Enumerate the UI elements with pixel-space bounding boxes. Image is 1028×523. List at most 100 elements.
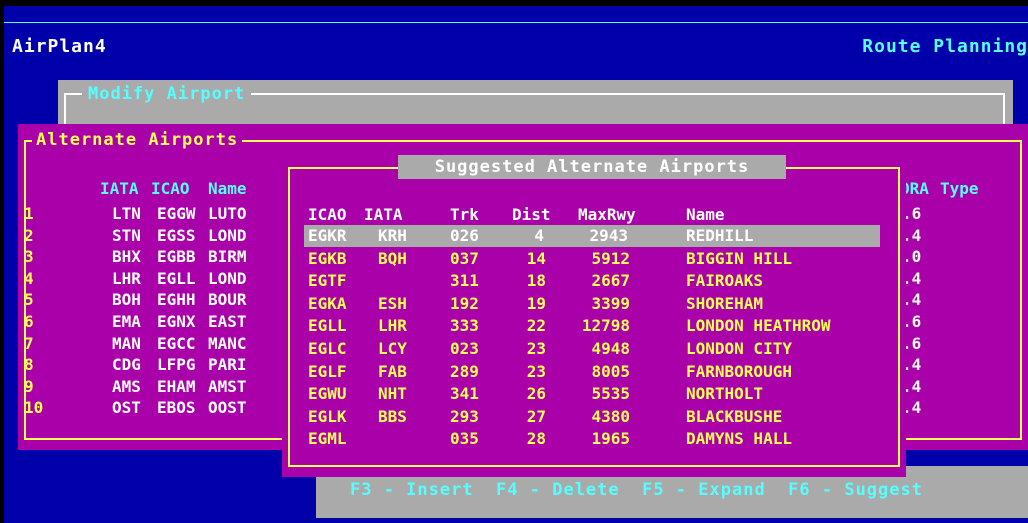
suggested-alternates-title: Suggested Alternate Airports xyxy=(398,155,786,179)
alt-header-icao: ICAO xyxy=(151,179,190,198)
sug-header-icao: ICAO xyxy=(308,205,347,224)
alt-cell-idx: 3 xyxy=(24,247,34,267)
sug-cell-icao: EGML xyxy=(308,429,347,449)
sug-cell-trk: 035 xyxy=(450,429,479,449)
sug-cell-name: SHOREHAM xyxy=(686,293,764,313)
alt-cell-idx: 2 xyxy=(24,225,34,245)
app-title: AirPlan4 xyxy=(12,36,107,57)
dos-screen: AirPlan4 Route Planning Modify Airport F… xyxy=(4,6,1028,523)
sug-cell-iata: LCY xyxy=(378,339,407,358)
sug-header-iata: IATA xyxy=(364,205,403,224)
suggested-row-selected[interactable]: EGKR KRH 026 4 2943 REDHILL xyxy=(304,225,880,247)
alt-cell-icao: EGGW xyxy=(157,204,196,223)
sug-cell-iata: BQH xyxy=(378,248,407,268)
alt-cell-name: LOND xyxy=(208,268,247,288)
alt-cell-name: AMST xyxy=(208,376,247,396)
sug-cell-icao: EGLK xyxy=(308,406,347,426)
alt-cell-name: BIRM xyxy=(208,247,247,267)
alt-cell-idx: 1 xyxy=(24,204,34,223)
alt-cell-icao: EGNX xyxy=(157,312,196,331)
sug-cell-icao: EGKB xyxy=(308,248,347,268)
alt-cell-idx: 5 xyxy=(24,290,34,310)
alt-cell-name: EAST xyxy=(208,312,247,331)
sug-cell-trk: 289 xyxy=(450,361,479,381)
modify-airport-title: Modify Airport xyxy=(82,84,252,104)
sug-cell-iata: LHR xyxy=(378,316,407,336)
sug-cell-dist: 18 xyxy=(526,271,546,291)
sug-cell-maxrwy: 12798 xyxy=(581,316,630,336)
alt-cell-name: MANC xyxy=(208,333,247,353)
sug-header-trk: Trk xyxy=(450,205,479,224)
alt-cell-idx: 10 xyxy=(24,398,44,418)
sug-cell-trk: 333 xyxy=(450,316,479,336)
sug-cell-iata: NHT xyxy=(378,384,407,404)
alt-cell-iata: CDG xyxy=(112,355,141,375)
alt-cell-icao: EBOS xyxy=(157,398,196,418)
screen-title: Route Planning xyxy=(862,36,1028,57)
sug-cell-iata: FAB xyxy=(378,361,407,381)
alt-cell-iata: LHR xyxy=(112,268,141,288)
sug-cell-iata: KRH xyxy=(378,226,407,245)
suggested-airport-row[interactable]: EGML 035 28 1965 DAMYNS HALL xyxy=(282,428,906,450)
sug-cell-maxrwy: 4380 xyxy=(591,406,630,426)
suggested-airport-row[interactable]: EGLC LCY 023 23 4948 LONDON CITY xyxy=(282,338,906,360)
suggested-airport-row[interactable]: EGLK BBS 293 27 4380 BLACKBUSHE xyxy=(282,406,906,428)
alt-cell-idx: 4 xyxy=(24,268,34,288)
alt-cell-name: LOND xyxy=(208,225,247,245)
alt-header-name: Name xyxy=(208,179,247,198)
sug-header-maxrwy: MaxRwy xyxy=(578,205,636,224)
sug-cell-name: NORTHOLT xyxy=(686,384,764,404)
suggested-airport-row[interactable]: EGLF FAB 289 23 8005 FARNBOROUGH xyxy=(282,361,906,383)
alt-cell-idx: 7 xyxy=(24,333,34,353)
sug-cell-name: BLACKBUSHE xyxy=(686,406,783,426)
alt-cell-name: BOUR xyxy=(208,290,247,310)
alt-cell-idx: 9 xyxy=(24,376,34,396)
sug-cell-icao: EGLL xyxy=(308,316,347,336)
alt-cell-idx: 8 xyxy=(24,355,34,375)
suggested-airport-row[interactable]: EGLL LHR 333 22 12798 LONDON HEATHROW xyxy=(282,315,906,337)
suggested-airport-row[interactable]: EGWU NHT 341 26 5535 NORTHOLT xyxy=(282,383,906,405)
sug-cell-trk: 037 xyxy=(450,248,479,268)
sug-cell-icao: EGKA xyxy=(308,293,347,313)
sug-cell-icao: EGLF xyxy=(308,361,347,381)
suggested-airport-row[interactable]: EGTF 311 18 2667 FAIROAKS xyxy=(282,270,906,292)
sug-cell-maxrwy: 5912 xyxy=(591,248,630,268)
suggested-alternates-dialog: Suggested Alternate Airports ICAO IATA T… xyxy=(282,153,906,477)
alt-header-type: Type xyxy=(940,179,979,198)
sug-cell-maxrwy: 1965 xyxy=(591,429,630,449)
sug-cell-maxrwy: 2667 xyxy=(591,271,630,291)
sug-cell-trk: 341 xyxy=(450,384,479,404)
sug-cell-dist: 28 xyxy=(526,429,546,449)
function-keys[interactable]: F3 - Insert F4 - Delete F5 - Expand F6 -… xyxy=(350,480,923,500)
sug-cell-dist: 4 xyxy=(534,226,544,245)
alt-cell-icao: EGLL xyxy=(157,268,196,288)
alt-cell-iata: BHX xyxy=(112,247,141,267)
sug-cell-dist: 19 xyxy=(526,293,546,313)
suggested-airport-row[interactable]: EGKB BQH 037 14 5912 BIGGIN HILL xyxy=(282,248,906,270)
sug-cell-dist: 23 xyxy=(526,339,546,358)
alt-cell-iata: MAN xyxy=(112,333,141,353)
alt-cell-idx: 6 xyxy=(24,312,34,331)
sug-cell-dist: 22 xyxy=(526,316,546,336)
alt-cell-icao: EGBB xyxy=(157,247,196,267)
sug-cell-trk: 023 xyxy=(450,339,479,358)
alt-header-iata: IATA xyxy=(100,179,139,198)
alt-cell-iata: OST xyxy=(112,398,141,418)
sug-cell-icao: EGKR xyxy=(308,226,347,245)
sug-cell-name: BIGGIN HILL xyxy=(686,248,792,268)
suggested-airport-row[interactable]: EGKA ESH 192 19 3399 SHOREHAM xyxy=(282,293,906,315)
sug-cell-maxrwy: 2943 xyxy=(589,226,628,245)
alt-cell-name: LUTO xyxy=(208,204,247,223)
sug-cell-icao: EGLC xyxy=(308,339,347,358)
sug-cell-maxrwy: 5535 xyxy=(591,384,630,404)
alt-cell-icao: EGSS xyxy=(157,225,196,245)
sug-cell-trk: 026 xyxy=(450,226,479,245)
sug-cell-dist: 27 xyxy=(526,406,546,426)
sug-cell-trk: 293 xyxy=(450,406,479,426)
sug-cell-icao: EGWU xyxy=(308,384,347,404)
sug-header-dist: Dist xyxy=(512,205,551,224)
alt-cell-icao: LFPG xyxy=(157,355,196,375)
alt-cell-icao: EGHH xyxy=(157,290,196,310)
alt-cell-iata: EMA xyxy=(112,312,141,331)
sug-cell-name: FARNBOROUGH xyxy=(686,361,792,381)
